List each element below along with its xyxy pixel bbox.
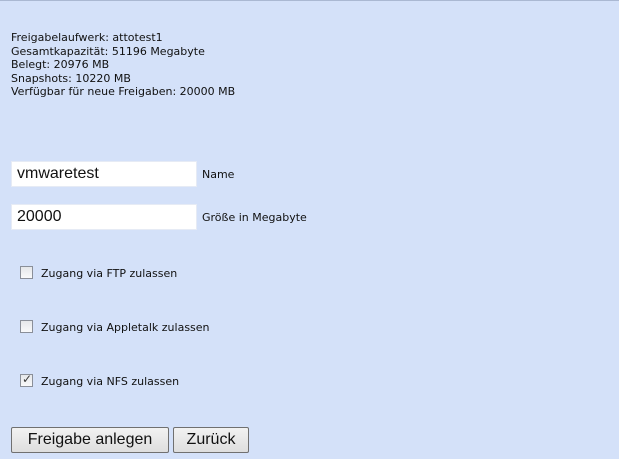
create-share-button[interactable]: Freigabe anlegen xyxy=(11,427,169,453)
share-form-panel: Freigabelaufwerk: attotest1 Gesamtkapazi… xyxy=(0,0,619,459)
size-input[interactable] xyxy=(11,204,197,230)
drive-info: Freigabelaufwerk: attotest1 Gesamtkapazi… xyxy=(11,31,235,99)
ftp-checkbox[interactable] xyxy=(20,266,33,279)
name-input[interactable] xyxy=(11,161,197,187)
nfs-option-label: Zugang via NFS zulassen xyxy=(41,375,180,388)
back-button[interactable]: Zurück xyxy=(173,427,249,453)
checkmark-icon: ✓ xyxy=(22,372,33,386)
nfs-checkbox[interactable]: ✓ xyxy=(20,372,33,387)
name-label: Name xyxy=(202,168,235,181)
appletalk-checkbox[interactable] xyxy=(20,320,33,333)
info-total-capacity: Gesamtkapazität: 51196 Megabyte xyxy=(11,44,205,58)
size-label: Größe in Megabyte xyxy=(202,211,307,224)
info-snapshots: Snapshots: 10220 MB xyxy=(11,71,131,85)
appletalk-option-label: Zugang via Appletalk zulassen xyxy=(41,321,210,334)
ftp-option-label: Zugang via FTP zulassen xyxy=(41,267,178,280)
info-drive-name: Freigabelaufwerk: attotest1 xyxy=(11,31,163,44)
info-used: Belegt: 20976 MB xyxy=(11,58,110,72)
info-available: Verfügbar für neue Freigaben: 20000 MB xyxy=(11,85,236,99)
